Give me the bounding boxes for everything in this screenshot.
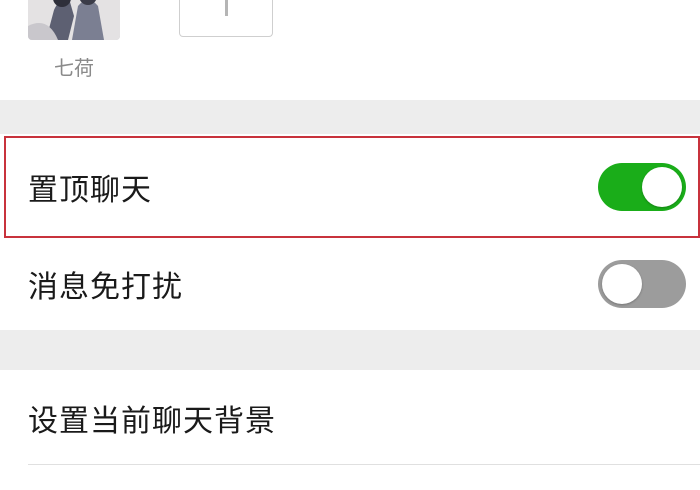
- plus-icon: [225, 0, 228, 16]
- pin-chat-toggle[interactable]: [598, 163, 686, 211]
- member-name: 七荷: [54, 56, 94, 80]
- add-member-button[interactable]: [179, 0, 273, 37]
- pin-chat-row[interactable]: 置顶聊天: [4, 136, 700, 238]
- chat-background-label: 设置当前聊天背景: [28, 404, 276, 439]
- toggle-knob: [602, 264, 642, 304]
- chat-background-row[interactable]: 设置当前聊天背景: [0, 370, 700, 466]
- chat-appearance-group: 设置当前聊天背景: [0, 370, 700, 490]
- mute-notifications-toggle[interactable]: [598, 260, 686, 308]
- pin-chat-label: 置顶聊天: [28, 173, 152, 208]
- chat-options-group: 置顶聊天 消息免打扰: [0, 134, 700, 330]
- mute-notifications-row[interactable]: 消息免打扰: [0, 238, 700, 330]
- avatar-photo-icon: [28, 0, 120, 40]
- mute-notifications-label: 消息免打扰: [28, 270, 183, 305]
- member-avatar[interactable]: [28, 0, 120, 40]
- row-divider: [28, 464, 700, 465]
- group-members-section: 七荷: [0, 0, 700, 100]
- toggle-knob: [642, 167, 682, 207]
